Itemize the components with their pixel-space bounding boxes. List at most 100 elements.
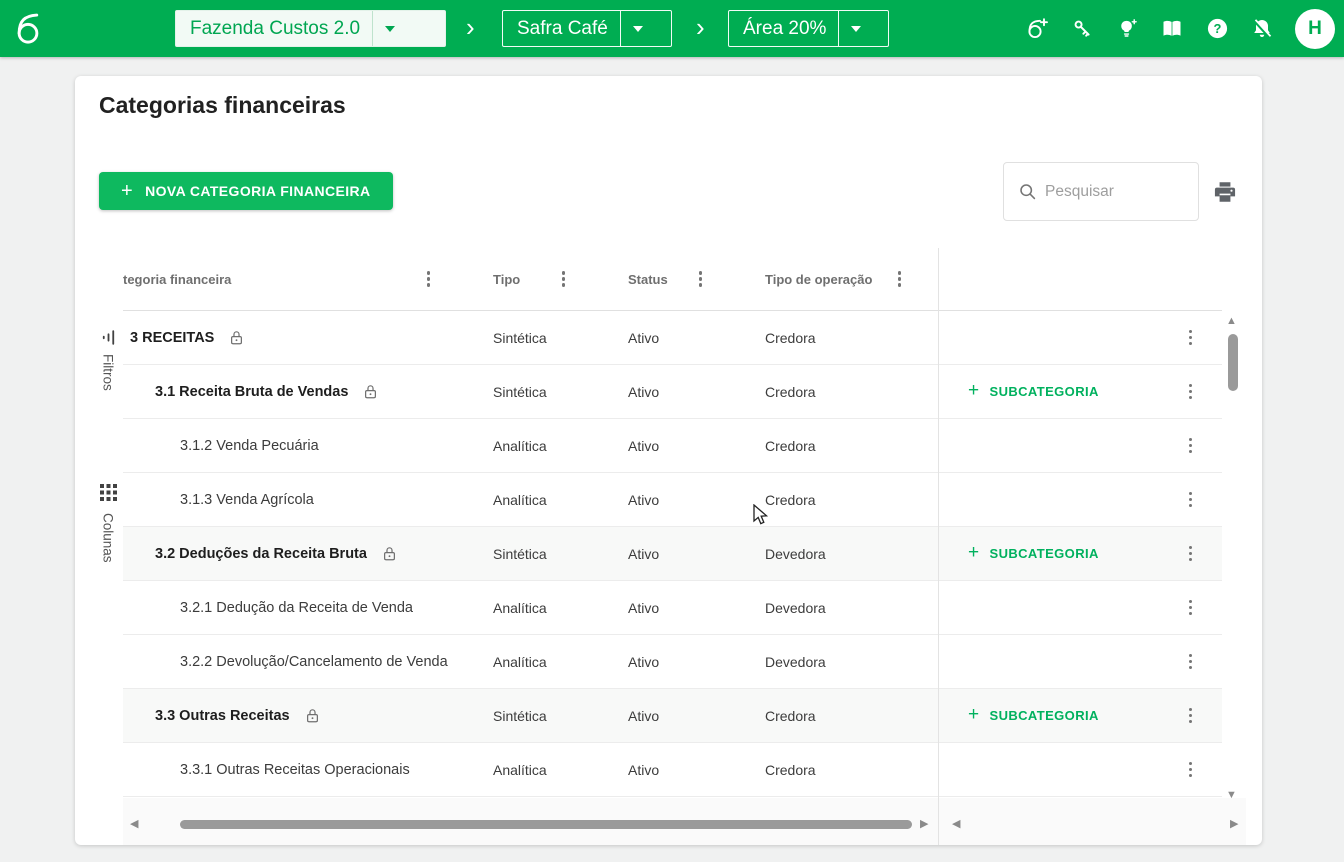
plus-icon: + [121,180,134,202]
sidebar-tab-label: Filtros [100,354,116,391]
scroll-left-icon[interactable]: ◀ [952,819,960,830]
table-row[interactable]: 3.2.1 Dedução da Receita de Venda Analít… [123,581,1222,635]
cell-actions [938,743,1222,796]
key-icon[interactable] [1070,17,1094,41]
row-menu-icon[interactable] [1186,327,1196,349]
add-account-icon[interactable] [1025,17,1049,41]
search-box [1003,162,1199,221]
lock-icon [229,330,244,346]
table-header: tegoria financeira Tipo Status Tipo de o… [123,248,1222,311]
farm-selector[interactable]: Fazenda Custos 2.0 [175,10,446,47]
category-name: 3.3 Outras Receitas [155,707,290,724]
sidebar-tab-filtros[interactable]: Filtros [95,328,121,391]
filter-icon [99,328,118,347]
search-input[interactable] [1045,182,1165,201]
scroll-up-icon[interactable]: ▲ [1226,316,1237,327]
safra-selector-label: Safra Café [517,18,608,39]
lock-icon [363,384,378,400]
area-selector[interactable]: Área 20% [728,10,889,47]
cell-operacao: Credora [765,329,816,346]
cell-status: Ativo [628,491,660,508]
table-row[interactable]: 3.3.1 Outras Receitas Operacionais Analí… [123,743,1222,797]
cell-actions: + SUBCATEGORIA [938,689,1222,742]
row-menu-icon[interactable] [1186,705,1196,727]
cell-status: Ativo [628,653,660,670]
page-title: Categorias financeiras [99,92,346,118]
cell-categoria: 3 RECEITAS [123,330,493,346]
plus-icon: + [968,380,980,401]
category-name: 3 RECEITAS [130,329,215,346]
column-menu-icon[interactable] [424,268,434,290]
cell-tipo: Analítica [493,761,547,778]
row-menu-icon[interactable] [1186,543,1196,565]
farm-selector-label: Fazenda Custos 2.0 [190,18,361,39]
vertical-scrollbar-thumb[interactable] [1228,334,1238,391]
cell-actions [938,581,1222,634]
row-menu-icon[interactable] [1186,381,1196,403]
guide-book-icon[interactable] [1160,17,1184,41]
cell-tipo: Sintética [493,383,547,400]
safra-selector[interactable]: Safra Café [502,10,672,47]
lightbulb-tips-icon[interactable] [1115,17,1139,41]
print-button[interactable] [1211,179,1239,207]
row-menu-icon[interactable] [1186,597,1196,619]
breadcrumb-separator: › [696,12,705,42]
column-menu-icon[interactable] [559,268,569,290]
sidebar-tab-colunas[interactable]: Colunas [95,484,121,563]
horizontal-scrollbar-thumb[interactable] [180,820,912,829]
subcategoria-button[interactable]: + SUBCATEGORIA [968,542,1099,563]
cell-actions [938,473,1222,526]
new-category-button[interactable]: + NOVA CATEGORIA FINANCEIRA [99,172,393,210]
cell-actions: + SUBCATEGORIA [938,527,1222,580]
cell-status: Ativo [628,545,660,562]
user-avatar[interactable]: H [1295,8,1335,49]
row-menu-icon[interactable] [1186,489,1196,511]
row-menu-icon[interactable] [1186,651,1196,673]
topbar-actions: ? H [1025,0,1335,57]
category-name: 3.2.1 Dedução da Receita de Venda [180,599,413,616]
table-row[interactable]: 3.3 Outras Receitas Sintética Ativo Cred… [123,689,1222,743]
cell-status: Ativo [628,707,660,724]
cell-operacao: Devedora [765,545,826,562]
column-menu-icon[interactable] [895,268,905,290]
row-menu-icon[interactable] [1186,759,1196,781]
cell-actions [938,419,1222,472]
table-row[interactable]: 3.2 Deduções da Receita Bruta Sintética … [123,527,1222,581]
table-row[interactable]: 3.1.2 Venda Pecuária Analítica Ativo Cre… [123,419,1222,473]
row-menu-icon[interactable] [1186,435,1196,457]
cell-categoria: 3.1.2 Venda Pecuária [123,438,493,454]
actions-column-divider [938,248,939,845]
cell-actions: + SUBCATEGORIA [938,365,1222,418]
category-name: 3.2 Deduções da Receita Bruta [155,545,367,562]
cell-categoria: 3.2.1 Dedução da Receita de Venda [123,600,493,616]
column-header-categoria: tegoria financeira [123,248,493,310]
scroll-right-icon[interactable]: ▶ [920,819,928,830]
cell-tipo: Analítica [493,653,547,670]
plus-icon: + [968,542,980,563]
subcategoria-button[interactable]: + SUBCATEGORIA [968,705,1099,725]
sidebar-tab-label: Colunas [100,513,116,563]
cell-status: Ativo [628,329,660,346]
scroll-right-icon[interactable]: ▶ [1230,819,1238,830]
column-menu-icon[interactable] [696,268,706,290]
table-row[interactable]: 3.1.3 Venda Agrícola Analítica Ativo Cre… [123,473,1222,527]
table-row[interactable]: 3.1 Receita Bruta de Vendas Sintética At… [123,365,1222,419]
cell-status: Ativo [628,383,660,400]
cell-categoria: 3.3 Outras Receitas [123,708,493,724]
help-icon[interactable]: ? [1205,17,1229,41]
column-header-tipo: Tipo [493,248,628,310]
top-navigation-bar: Fazenda Custos 2.0 › Safra Café › Área 2… [0,0,1344,57]
chevron-down-icon [838,11,873,46]
scroll-down-icon[interactable]: ▼ [1226,790,1237,801]
table-row[interactable]: 3 RECEITAS Sintética Ativo Credora [123,311,1222,365]
column-header-operacao: Tipo de operação [765,248,938,310]
subcategoria-button[interactable]: + SUBCATEGORIA [968,380,1099,401]
scroll-left-icon[interactable]: ◀ [130,819,138,830]
cell-categoria: 3.2 Deduções da Receita Bruta [123,546,493,562]
lock-icon [305,708,320,724]
table-row[interactable]: 3.2.2 Devolução/Cancelamento de Venda An… [123,635,1222,689]
notifications-off-icon[interactable] [1250,17,1274,41]
cell-categoria: 3.1 Receita Bruta de Vendas [123,384,493,400]
printer-icon [1214,182,1236,202]
chevron-down-icon [372,11,407,46]
